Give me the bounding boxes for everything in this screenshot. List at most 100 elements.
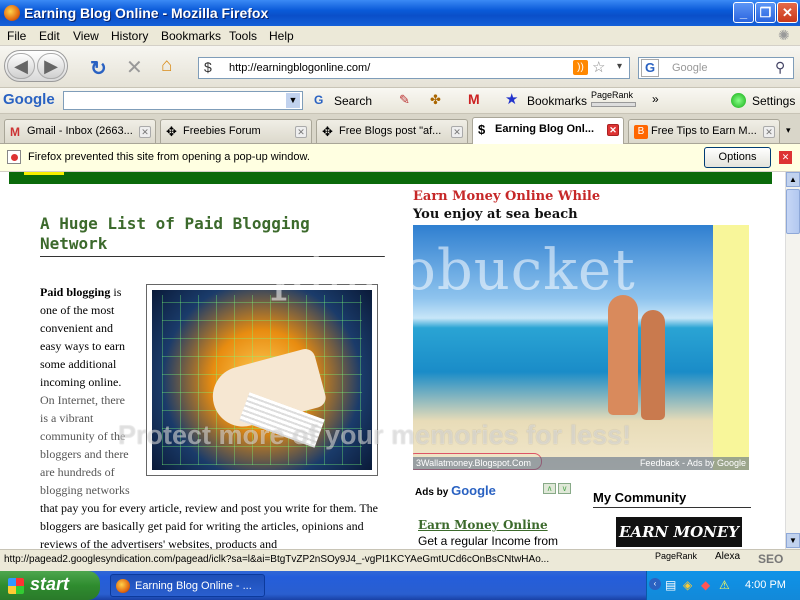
post-para2: On Internet, there is a vibrant communit…	[40, 393, 130, 497]
search-go-icon[interactable]: ⚲	[775, 59, 785, 76]
ad-woman-figure	[641, 310, 665, 420]
gmail-icon[interactable]: M	[468, 91, 480, 107]
close-button[interactable]: ✕	[777, 2, 798, 23]
start-button[interactable]: start	[0, 571, 100, 600]
url-dropdown-icon[interactable]: ▾	[617, 61, 622, 72]
tab-free-blogs[interactable]: ✥ Free Blogs post "af... ✕	[316, 119, 468, 143]
google-bookmarks-button[interactable]: Bookmarks	[527, 94, 587, 108]
bookmarks-star-icon[interactable]: ★	[505, 90, 518, 108]
scroll-thumb[interactable]	[786, 189, 800, 234]
forward-button[interactable]: ▶	[37, 53, 65, 79]
tab-free-tips[interactable]: B Free Tips to Earn M... ✕	[628, 119, 780, 143]
tray-network-icon[interactable]: ▤	[665, 578, 676, 592]
forum-tab-icon: ✥	[166, 124, 177, 139]
tray-warning-icon[interactable]: ⚠	[719, 578, 730, 592]
search-placeholder: Google	[672, 62, 708, 74]
clock: 4:00 PM	[745, 579, 786, 591]
earn-money-banner[interactable]: EARN MONEY	[616, 517, 742, 547]
stop-icon[interactable]: ✕	[126, 55, 143, 80]
back-button[interactable]: ◀	[7, 53, 35, 79]
tab-close-icon[interactable]: ✕	[451, 126, 463, 138]
post-intro-bold: Paid blogging	[40, 285, 111, 299]
tab-list-icon[interactable]: ▾	[786, 125, 791, 136]
gmail-tab-icon: M	[10, 125, 20, 139]
post-intro: Paid blogging is one of the most conveni…	[40, 283, 135, 499]
popup-blocked-bar: Firefox prevented this site from opening…	[0, 144, 800, 172]
google-logo: Google	[3, 91, 55, 108]
rss-icon[interactable]: ))	[573, 60, 588, 75]
ad-link-title[interactable]: Earn Money Online	[418, 518, 548, 532]
status-pagerank: PageRank	[655, 551, 698, 561]
tab-close-icon[interactable]: ✕	[763, 126, 775, 138]
more-chevron[interactable]: »	[652, 92, 659, 106]
ad-next-icon[interactable]: ∨	[558, 483, 571, 494]
menu-tools[interactable]: Tools	[229, 29, 257, 43]
status-seo[interactable]: SEO	[758, 552, 783, 566]
home-icon[interactable]: ⌂	[161, 55, 172, 77]
tray-antivirus-icon[interactable]: ◆	[701, 578, 710, 592]
google-search-input[interactable]: ▼	[63, 91, 303, 110]
tab-label: Freebies Forum	[183, 125, 261, 137]
ad-title-red[interactable]: Earn Money Online While	[413, 189, 600, 204]
reload-icon[interactable]: ↻	[90, 56, 107, 81]
site-favicon-icon: $	[204, 59, 212, 75]
google-search-dropdown-icon[interactable]: ▼	[286, 93, 300, 108]
ad-feedback[interactable]: Feedback - Ads by Google	[640, 458, 746, 468]
ad-url[interactable]: 3Wallatmoney.Blogspot.Com	[416, 458, 531, 468]
options-button[interactable]: Options	[704, 147, 771, 168]
google-search-button[interactable]: Search	[334, 94, 372, 108]
throbber-icon: ✺	[778, 27, 790, 43]
tab-gmail[interactable]: M Gmail - Inbox (2663... ✕	[4, 119, 156, 143]
bookmark-star-icon[interactable]: ☆	[592, 58, 605, 76]
ad-title-black[interactable]: You enjoy at sea beach	[413, 207, 578, 222]
tab-freebies[interactable]: ✥ Freebies Forum ✕	[160, 119, 312, 143]
scroll-up-icon[interactable]: ▲	[786, 172, 800, 187]
menu-history[interactable]: History	[111, 29, 148, 43]
ad-prev-icon[interactable]: ∧	[543, 483, 556, 494]
menu-file[interactable]: File	[7, 29, 26, 43]
url-bar[interactable]: $ http://earningblogonline.com/ )) ☆ ▾	[198, 57, 630, 79]
bookmark-tag-icon[interactable]: ✎	[399, 92, 410, 108]
url-text: http://earningblogonline.com/	[229, 62, 371, 74]
ad-yellow-strip	[713, 225, 749, 470]
popup-close-icon[interactable]: ✕	[779, 151, 792, 164]
header-yellow-mark	[24, 172, 64, 175]
menu-help[interactable]: Help	[269, 29, 294, 43]
search-box[interactable]: G Google ⚲	[638, 57, 794, 79]
navigation-bar: ◀ ▶ ↻ ✕ ⌂ $ http://earningblogonline.com…	[0, 46, 800, 88]
tab-close-icon[interactable]: ✕	[607, 124, 619, 136]
title-bar: Earning Blog Online - Mozilla Firefox _ …	[0, 0, 800, 26]
windows-logo-icon	[8, 578, 24, 594]
post-intro-text: is one of the most convenient and easy w…	[40, 285, 125, 389]
window-title: Earning Blog Online - Mozilla Firefox	[24, 5, 269, 21]
ads-by-label: Ads by Google	[415, 483, 496, 498]
vertical-scrollbar[interactable]: ▲ ▼	[785, 172, 800, 549]
search-engine-icon[interactable]: G	[641, 59, 659, 77]
tab-close-icon[interactable]: ✕	[139, 126, 151, 138]
puzzle-icon[interactable]: ✤	[430, 92, 441, 108]
maximize-button[interactable]: ❐	[755, 2, 776, 23]
status-alexa: Alexa	[715, 551, 741, 562]
menu-bookmarks[interactable]: Bookmarks	[161, 29, 221, 43]
tab-label: Free Blogs post "af...	[339, 125, 442, 137]
page-content: A Huge List of Paid Blogging Network Pai…	[0, 172, 785, 549]
popup-message: Firefox prevented this site from opening…	[28, 151, 310, 163]
tab-earning-blog[interactable]: $ Earning Blog Onl... ✕	[472, 117, 624, 144]
header-green-band	[9, 172, 772, 184]
menu-view[interactable]: View	[73, 29, 99, 43]
scroll-down-icon[interactable]: ▼	[786, 533, 800, 548]
tray-arrow-icon[interactable]: ‹	[649, 578, 661, 590]
minimize-button[interactable]: _	[733, 2, 754, 23]
taskbar-firefox-item[interactable]: Earning Blog Online - ...	[110, 574, 265, 597]
menu-edit[interactable]: Edit	[39, 29, 60, 43]
status-green-icon	[731, 93, 746, 108]
start-label: start	[30, 574, 70, 594]
tab-bar: M Gmail - Inbox (2663... ✕ ✥ Freebies Fo…	[0, 114, 800, 144]
tray-shield-icon[interactable]: ◈	[683, 578, 692, 592]
menu-bar: File Edit View History Bookmarks Tools H…	[0, 26, 800, 46]
settings-button[interactable]: Settings	[752, 94, 795, 108]
watermark-main: photobucket	[270, 238, 636, 303]
tab-close-icon[interactable]: ✕	[295, 126, 307, 138]
forum-tab-icon: ✥	[322, 124, 333, 139]
status-text: http://pagead2.googlesyndication.com/pag…	[4, 554, 550, 565]
